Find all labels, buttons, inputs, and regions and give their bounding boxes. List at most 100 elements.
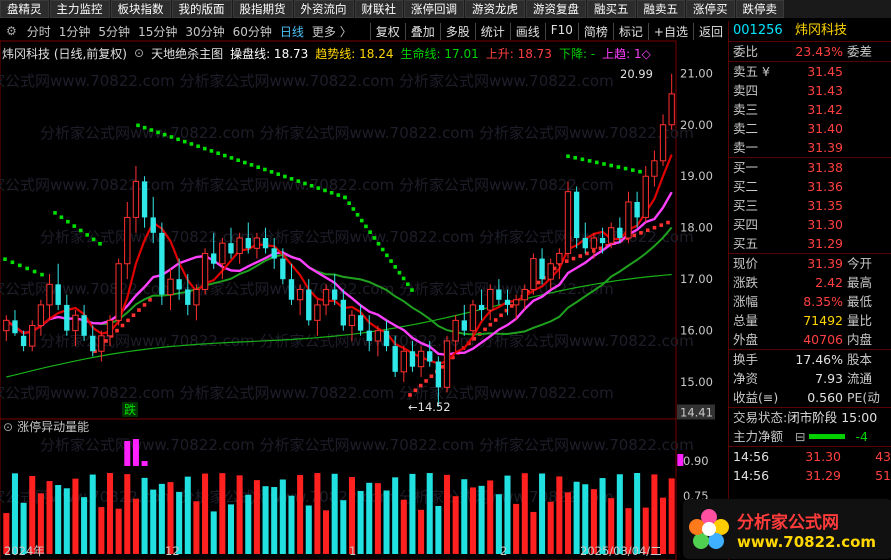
candle-body — [262, 238, 269, 249]
candle-body — [201, 252, 209, 290]
energy-bar — [245, 494, 252, 554]
sell-signal-dot — [156, 130, 160, 135]
energy-bar — [314, 473, 321, 554]
lower-indicator-title: ⊙ 涨停异动量能 — [3, 418, 89, 435]
sell-signal-dot — [602, 162, 606, 166]
candle-body — [296, 288, 304, 301]
energy-bar — [89, 474, 96, 554]
price-chart[interactable]: 分析家公式网www.70822.com 分析家公式网www.70822.com … — [0, 21, 728, 560]
quote-label-right: 内盘 — [847, 332, 873, 347]
sell-signal-dot — [397, 270, 402, 275]
top-menu-item[interactable]: 板块指数 — [110, 0, 171, 18]
candle-body — [20, 335, 27, 347]
sell-signal-dot — [376, 241, 381, 246]
sell-signal-dot — [347, 201, 351, 206]
sell-signal-dot — [72, 224, 77, 228]
quote-row: 涨幅 8.35% 最低 — [729, 292, 891, 311]
candle-body — [185, 289, 191, 305]
candle-body — [573, 191, 580, 238]
candle-body — [106, 319, 114, 337]
quote-label: 卖四 — [733, 83, 759, 98]
weicha-label: 委差 — [847, 44, 873, 59]
top-menu-item[interactable]: 游资复盘 — [526, 0, 586, 18]
tick-price: 31.29 — [805, 468, 841, 483]
candle-body — [443, 340, 451, 388]
top-menu-item[interactable]: 股指期货 — [232, 0, 293, 18]
quote-label-right: 今开 — [847, 256, 873, 271]
sell-signal-dot — [182, 139, 187, 144]
top-menu-item[interactable]: 财联社 — [354, 0, 403, 18]
top-menu-item[interactable]: 主力监控 — [49, 0, 110, 18]
candle-body — [245, 238, 251, 249]
site-logo: 分析家公式网 www.70822.com — [683, 499, 891, 559]
top-menu-item[interactable]: 游资龙虎 — [465, 0, 525, 18]
candle-body — [427, 351, 433, 362]
quote-label-right: 股本 — [847, 352, 873, 367]
sell-signal-dot — [3, 257, 7, 261]
stock-code: 001256 — [733, 23, 783, 38]
sell-signal-dot — [336, 193, 341, 197]
high-price-label: 20.99 — [620, 67, 653, 81]
buy-signal-dot — [488, 322, 493, 327]
sell-signal-dot — [355, 212, 360, 217]
current-price-tick: 14.41 — [680, 405, 713, 419]
candle-body — [306, 289, 312, 321]
energy-bar — [616, 474, 623, 554]
main-flow-toggle-icon[interactable]: ⊟ — [795, 427, 805, 446]
candle-body — [46, 283, 53, 306]
energy-bar — [63, 488, 70, 554]
indicator-dropdown-icon[interactable]: ⊙ — [3, 420, 13, 434]
quote-label: 涨幅 — [733, 294, 759, 309]
quote-row: 卖四 31.43 — [729, 81, 891, 100]
top-menu-item[interactable]: 外资流向 — [293, 0, 354, 18]
top-menu-item[interactable]: 跌停卖 — [735, 0, 784, 18]
quote-value: 31.30 — [807, 217, 843, 232]
candle-body — [452, 319, 459, 342]
watermark-text: 分析家公式网www.70822.com 分析家公式网www.70822.com … — [0, 72, 614, 90]
energy-bar — [340, 500, 347, 554]
sell-signal-dot — [623, 166, 628, 171]
candle-body — [469, 304, 477, 332]
top-menu-item[interactable]: 我的版面 — [171, 0, 232, 18]
quote-label-right: 量比 — [847, 313, 873, 328]
buy-signal-dot — [659, 223, 664, 227]
top-menu-item[interactable]: 涨停买 — [686, 0, 735, 18]
quote-label: 买二 — [733, 179, 759, 194]
candle-body — [288, 279, 295, 300]
candle-body — [332, 289, 338, 300]
top-menu-item[interactable]: 融买五 — [587, 0, 636, 18]
buy-signal-dot — [413, 388, 418, 393]
quote-row: 外盘 40706 内盘 — [729, 330, 891, 349]
tick-price: 31.30 — [805, 449, 841, 464]
sell-signal-dot — [236, 158, 240, 163]
energy-bar — [357, 490, 364, 554]
candle-body — [322, 288, 330, 306]
quote-row: 买四 31.30 — [729, 215, 891, 234]
date-axis-tick: 1 — [349, 544, 356, 558]
quote-value: 31.35 — [807, 198, 843, 213]
candle-body — [599, 238, 606, 244]
top-menu-item[interactable]: 涨停回调 — [404, 0, 464, 18]
candle-body — [590, 237, 598, 249]
quote-row: 换手 17.46% 股本 — [729, 350, 891, 369]
weibi-label: 委比 — [733, 44, 759, 59]
buy-signal-dot — [408, 393, 412, 397]
energy-bar — [81, 497, 88, 554]
buy-signal-dot — [499, 313, 503, 318]
quote-row: 现价 31.39 今开 — [729, 254, 891, 273]
quote-row: 买一 31.38 — [729, 158, 891, 177]
buy-signal-dot — [578, 254, 583, 258]
candle-body — [29, 325, 36, 347]
sell-signal-dot — [263, 167, 267, 172]
quote-label: 买五 — [733, 236, 759, 251]
candle-body — [608, 227, 615, 244]
energy-bar — [236, 475, 243, 554]
energy-bar — [383, 490, 390, 554]
candle-body — [530, 258, 537, 290]
quote-label: 换手 — [733, 352, 759, 367]
sell-signal-dot — [216, 151, 220, 156]
top-menu-item[interactable]: 融卖五 — [636, 0, 685, 18]
top-menu-item[interactable]: 盘精灵 — [0, 0, 49, 18]
candle-body — [236, 237, 243, 254]
candle-body — [159, 232, 165, 295]
